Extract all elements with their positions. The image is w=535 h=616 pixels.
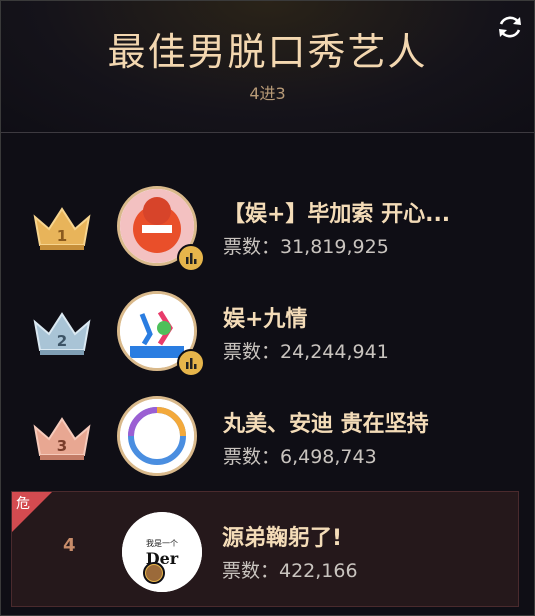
- chart-badge-icon: [177, 244, 205, 272]
- silver-crown-icon: 2: [33, 312, 91, 355]
- danger-label: 危: [16, 496, 30, 512]
- vote-panel: 最佳男脱口秀艺人 4进3 1 【娱+】毕加索 开心... 票数：31,819,9…: [0, 0, 535, 616]
- list-item[interactable]: 1 【娱+】毕加索 开心... 票数：31,819,925: [1, 168, 534, 273]
- chart-badge-icon: [177, 349, 205, 377]
- divider: [1, 132, 534, 133]
- round-subtitle: 4进3: [249, 84, 286, 103]
- avatar[interactable]: [117, 396, 197, 476]
- vote-count: 票数：422,166: [222, 560, 358, 582]
- refresh-icon[interactable]: [495, 12, 525, 42]
- sticker-icon: [143, 562, 165, 584]
- list-item[interactable]: 危 4 我是一个 Der 源弟鞠躬了! 票数：422,166: [11, 491, 519, 607]
- header: 最佳男脱口秀艺人 4进3: [1, 1, 534, 133]
- vote-count: 票数：24,244,941: [223, 341, 389, 363]
- bronze-crown-icon: 3: [33, 417, 91, 460]
- list-item[interactable]: 3 丸美、安迪 贵在坚持 票数：6,498,743: [1, 378, 534, 483]
- svg-text:我是一个: 我是一个: [146, 538, 178, 548]
- gold-crown-icon: 1: [33, 207, 91, 250]
- rank-number: 3: [57, 437, 67, 455]
- entry-name: 丸美、安迪 贵在坚持: [223, 412, 429, 437]
- vote-count: 票数：6,498,743: [223, 446, 377, 468]
- rank-number: 1: [57, 227, 67, 245]
- list-item[interactable]: 2 娱+九情 票数：24,244,941: [1, 273, 534, 378]
- entry-name: 【娱+】毕加索 开心...: [223, 202, 451, 227]
- entry-name: 源弟鞠躬了!: [222, 526, 343, 551]
- page-title: 最佳男脱口秀艺人: [107, 30, 428, 74]
- vote-count: 票数：31,819,925: [223, 236, 389, 258]
- entry-name: 娱+九情: [223, 307, 308, 332]
- rank-number: 2: [57, 332, 67, 350]
- rank-number: 4: [63, 535, 76, 556]
